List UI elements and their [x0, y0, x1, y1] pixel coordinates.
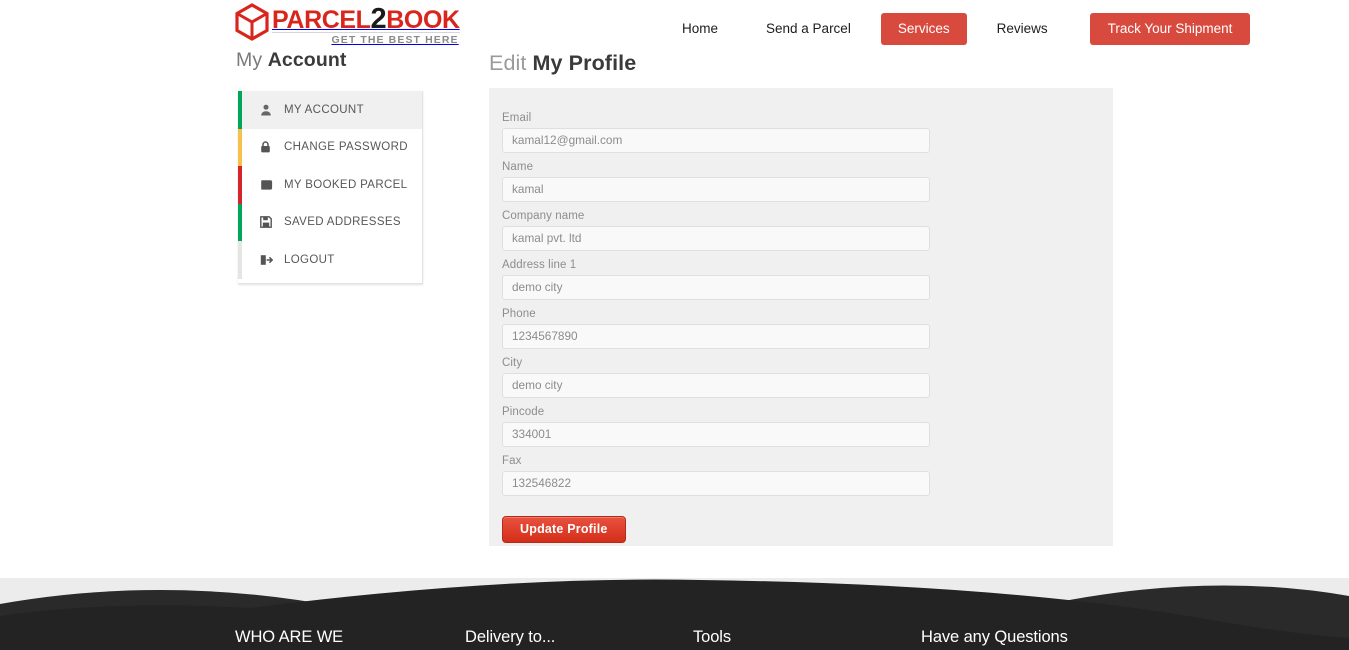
footer-heading-delivery-to: Delivery to...: [465, 628, 556, 646]
phone-field[interactable]: [502, 324, 930, 349]
company-name-label: Company name: [502, 210, 585, 222]
cube-icon: [234, 3, 270, 41]
site-footer: WHO ARE WE Delivery to... Tools Have any…: [0, 578, 1349, 650]
nav-item-reviews[interactable]: Reviews: [997, 12, 1048, 46]
account-sidebar: MY ACCOUNT CHANGE PASSWORD MY BOOKED PAR…: [238, 91, 423, 284]
sidebar-item-my-account[interactable]: MY ACCOUNT: [238, 91, 422, 129]
footer-heading-tools: Tools: [693, 628, 732, 646]
sidebar-item-label: SAVED ADDRESSES: [284, 216, 401, 229]
sidebar-item-label: LOGOUT: [284, 253, 335, 266]
nav-item-home[interactable]: Home: [682, 12, 718, 46]
pincode-field[interactable]: [502, 422, 930, 447]
form-group-company-name: Company name: [502, 210, 1113, 251]
logo-word-parcel: PARCEL: [272, 6, 371, 34]
form-group-address-line-1: Address line 1: [502, 259, 1113, 300]
page-title: Edit My Profile: [489, 51, 636, 76]
fax-label: Fax: [502, 455, 522, 467]
lock-icon: [260, 141, 275, 153]
page-title-strong: My Profile: [532, 51, 637, 75]
form-group-email: Email: [502, 112, 1113, 153]
pincode-label: Pincode: [502, 406, 545, 418]
sign-out-icon: [260, 254, 275, 266]
sidebar-item-label: CHANGE PASSWORD: [284, 141, 408, 154]
form-group-pincode: Pincode: [502, 406, 1113, 447]
sidebar-heading-strong: Account: [267, 49, 347, 71]
logo-text: PARCEL2BOOK GET THE BEST HERE: [272, 3, 460, 46]
book-icon: [260, 179, 275, 191]
city-label: City: [502, 357, 523, 369]
form-group-city: City: [502, 357, 1113, 398]
sidebar-item-label: MY ACCOUNT: [284, 103, 364, 116]
main-navigation: Home Send a Parcel Services Reviews Trac…: [660, 12, 1256, 46]
nav-item-track-your-shipment[interactable]: Track Your Shipment: [1089, 13, 1251, 45]
logo-word-book: BOOK: [386, 6, 460, 34]
site-header: PARCEL2BOOK GET THE BEST HERE Home Send …: [0, 0, 1349, 58]
sidebar-heading: My Account: [236, 49, 346, 72]
address-line-1-field[interactable]: [502, 275, 930, 300]
user-icon: [260, 104, 275, 116]
company-name-field[interactable]: [502, 226, 930, 251]
form-group-fax: Fax: [502, 455, 1113, 496]
footer-heading-who-are-we: WHO ARE WE: [235, 628, 344, 646]
logo-word-two: 2: [370, 3, 387, 35]
phone-label: Phone: [502, 308, 536, 320]
email-label: Email: [502, 112, 532, 124]
form-group-phone: Phone: [502, 308, 1113, 349]
nav-item-services[interactable]: Services: [880, 13, 967, 45]
edit-profile-form: Email Name Company name Address line 1 P…: [489, 88, 1113, 543]
sidebar-heading-light: My: [236, 49, 263, 71]
sidebar-item-change-password[interactable]: CHANGE PASSWORD: [238, 128, 422, 166]
address-line-1-label: Address line 1: [502, 259, 577, 271]
floppy-disk-icon: [260, 216, 275, 229]
footer-heading-have-any-questions: Have any Questions: [921, 628, 1068, 646]
name-field[interactable]: [502, 177, 930, 202]
fax-field[interactable]: [502, 471, 930, 496]
site-logo[interactable]: PARCEL2BOOK GET THE BEST HERE: [234, 3, 460, 46]
page-title-light: Edit: [489, 51, 527, 75]
update-profile-button[interactable]: Update Profile: [502, 516, 626, 543]
logo-tagline: GET THE BEST HERE: [272, 32, 460, 46]
sidebar-item-logout[interactable]: LOGOUT: [238, 241, 422, 279]
footer-columns: WHO ARE WE Delivery to... Tools Have any…: [0, 578, 1349, 650]
sidebar-item-my-booked-parcel[interactable]: MY BOOKED PARCEL: [238, 166, 422, 204]
name-label: Name: [502, 161, 534, 173]
sidebar-item-label: MY BOOKED PARCEL: [284, 178, 408, 191]
city-field[interactable]: [502, 373, 930, 398]
email-field[interactable]: [502, 128, 930, 153]
sidebar-item-saved-addresses[interactable]: SAVED ADDRESSES: [238, 203, 422, 241]
form-group-name: Name: [502, 161, 1113, 202]
page-root: PARCEL2BOOK GET THE BEST HERE Home Send …: [0, 0, 1349, 650]
edit-profile-panel: Email Name Company name Address line 1 P…: [489, 88, 1113, 546]
nav-item-send-a-parcel[interactable]: Send a Parcel: [766, 12, 851, 46]
